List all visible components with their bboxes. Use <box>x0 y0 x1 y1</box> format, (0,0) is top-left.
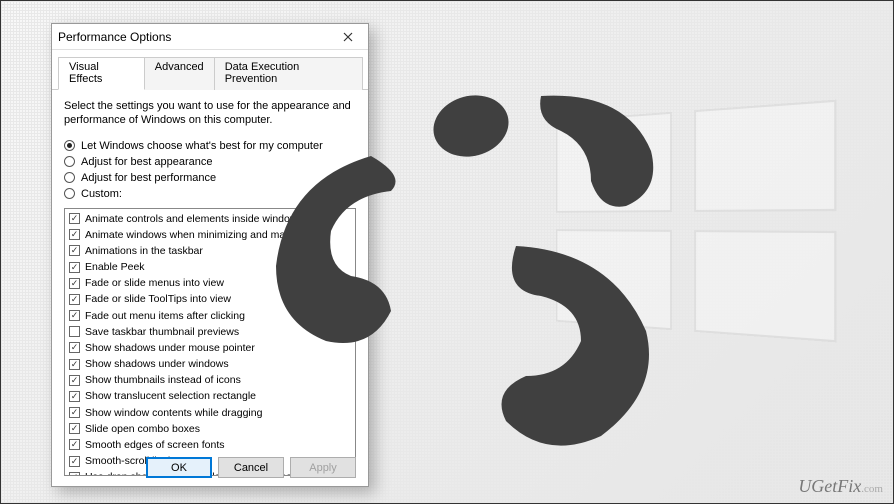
watermark-tld: .com <box>861 483 883 495</box>
tab-visual-effects[interactable]: Visual Effects <box>58 57 145 90</box>
option-label: Smooth edges of screen fonts <box>85 438 225 452</box>
checkbox-icon <box>69 342 80 353</box>
tab-strip: Visual EffectsAdvancedData Execution Pre… <box>52 50 368 90</box>
radio-option[interactable]: Adjust for best appearance <box>64 154 356 170</box>
windows-logo-graphic <box>556 100 837 343</box>
checkbox-icon <box>69 423 80 434</box>
dialog-titlebar: Performance Options <box>52 24 368 50</box>
radio-option[interactable]: Custom: <box>64 186 356 202</box>
radio-label: Adjust for best appearance <box>81 156 212 168</box>
tab-data-execution-prevention[interactable]: Data Execution Prevention <box>214 57 363 90</box>
radio-label: Let Windows choose what's best for my co… <box>81 140 323 152</box>
option-label: Animations in the taskbar <box>85 244 203 258</box>
visual-effect-option[interactable]: Slide open combo boxes <box>67 421 353 437</box>
checkbox-icon <box>69 278 80 289</box>
option-label: Enable Peek <box>85 260 145 274</box>
watermark: UGetFix.com <box>798 476 883 497</box>
radio-icon <box>64 172 75 183</box>
option-label: Fade out menu items after clicking <box>85 309 245 323</box>
visual-effects-listbox[interactable]: Animate controls and elements inside win… <box>64 208 356 476</box>
option-label: Show shadows under mouse pointer <box>85 341 255 355</box>
option-label: Show shadows under windows <box>85 357 229 371</box>
visual-effect-option[interactable]: Show translucent selection rectangle <box>67 388 353 404</box>
option-label: Fade or slide ToolTips into view <box>85 292 231 306</box>
option-label: Show translucent selection rectangle <box>85 389 256 403</box>
visual-effect-option[interactable]: Animations in the taskbar <box>67 243 353 259</box>
checkbox-icon <box>69 229 80 240</box>
checkbox-icon <box>69 245 80 256</box>
close-icon <box>343 32 353 42</box>
radio-option[interactable]: Adjust for best performance <box>64 170 356 186</box>
tab-content-visual-effects: Select the settings you want to use for … <box>52 90 368 490</box>
option-label: Save taskbar thumbnail previews <box>85 325 239 339</box>
checkbox-icon <box>69 391 80 402</box>
visual-effect-option[interactable]: Animate windows when minimizing and maxi… <box>67 227 353 243</box>
visual-effect-option[interactable]: Animate controls and elements inside win… <box>67 211 353 227</box>
checkbox-icon <box>69 213 80 224</box>
visual-effect-option[interactable]: Show window contents while dragging <box>67 405 353 421</box>
close-button[interactable] <box>334 27 362 47</box>
visual-effect-option[interactable]: Show thumbnails instead of icons <box>67 372 353 388</box>
radio-label: Adjust for best performance <box>81 172 216 184</box>
radio-option[interactable]: Let Windows choose what's best for my co… <box>64 138 356 154</box>
apply-button[interactable]: Apply <box>290 457 356 478</box>
ok-button[interactable]: OK <box>146 457 212 478</box>
radio-icon <box>64 156 75 167</box>
checkbox-icon <box>69 439 80 450</box>
tab-advanced[interactable]: Advanced <box>144 57 215 90</box>
checkbox-icon <box>69 407 80 418</box>
visual-effect-option[interactable]: Fade or slide menus into view <box>67 275 353 291</box>
description-text: Select the settings you want to use for … <box>64 100 356 128</box>
effects-mode-radio-group: Let Windows choose what's best for my co… <box>64 138 356 202</box>
performance-options-dialog: Performance Options Visual EffectsAdvanc… <box>51 23 369 487</box>
visual-effect-option[interactable]: Show shadows under windows <box>67 356 353 372</box>
watermark-brand: UGetFix <box>798 476 861 496</box>
checkbox-icon <box>69 294 80 305</box>
option-label: Animate windows when minimizing and maxi… <box>85 228 323 242</box>
option-label: Slide open combo boxes <box>85 422 200 436</box>
checkbox-icon <box>69 359 80 370</box>
dialog-button-row: OK Cancel Apply <box>52 457 368 478</box>
option-label: Fade or slide menus into view <box>85 276 224 290</box>
option-label: Show thumbnails instead of icons <box>85 373 241 387</box>
visual-effect-option[interactable]: Enable Peek <box>67 259 353 275</box>
dialog-title: Performance Options <box>58 30 334 44</box>
checkbox-icon <box>69 326 80 337</box>
visual-effect-option[interactable]: Smooth edges of screen fonts <box>67 437 353 453</box>
checkbox-icon <box>69 262 80 273</box>
visual-effect-option[interactable]: Fade or slide ToolTips into view <box>67 291 353 307</box>
option-label: Show window contents while dragging <box>85 406 262 420</box>
option-label: Animate controls and elements inside win… <box>85 212 303 226</box>
visual-effect-option[interactable]: Show shadows under mouse pointer <box>67 340 353 356</box>
radio-icon <box>64 188 75 199</box>
checkbox-icon <box>69 310 80 321</box>
visual-effect-option[interactable]: Fade out menu items after clicking <box>67 308 353 324</box>
radio-label: Custom: <box>81 188 122 200</box>
visual-effect-option[interactable]: Save taskbar thumbnail previews <box>67 324 353 340</box>
cancel-button[interactable]: Cancel <box>218 457 284 478</box>
checkbox-icon <box>69 375 80 386</box>
radio-icon <box>64 140 75 151</box>
